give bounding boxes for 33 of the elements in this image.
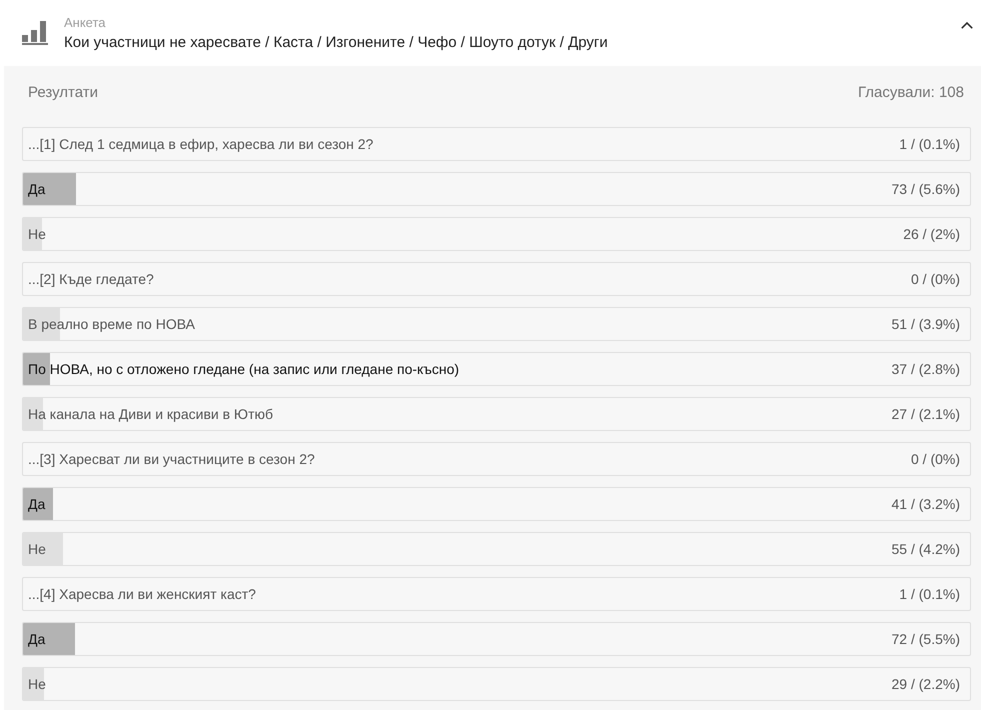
vote-count: 0 / (0%) [910, 451, 960, 467]
vote-count: 73 / (5.6%) [892, 181, 960, 197]
vote-count: 1 / (0.1%) [899, 136, 960, 152]
answer-text: Не [28, 541, 46, 557]
vote-count: 29 / (2.2%) [892, 676, 960, 692]
vote-count: 1 / (0.1%) [899, 586, 960, 602]
question-text: ...[3] Харесват ли ви участниците в сезон 2? [28, 451, 315, 467]
answer-text: На канала на Диви и красиви в Ютюб [28, 406, 273, 422]
chevron-up-icon [961, 22, 973, 29]
question-text: ...[2] Къде гледате? [28, 271, 154, 287]
question-text: ...[4] Харесва ли ви женският каст? [28, 586, 256, 602]
vote-count: 41 / (3.2%) [892, 496, 960, 512]
answer-text: Не [28, 226, 46, 242]
vote-count: 37 / (2.8%) [892, 361, 960, 377]
answer-text: В реално време по НОВА [28, 316, 195, 332]
vote-count: 51 / (3.9%) [892, 316, 960, 332]
vote-count: 27 / (2.1%) [892, 406, 960, 422]
results-title: Резултати [28, 83, 98, 103]
vote-count: 72 / (5.5%) [892, 631, 960, 647]
vote-count: 26 / (2%) [903, 226, 960, 242]
vote-count: 0 / (0%) [910, 271, 960, 287]
answer-text: Да [28, 496, 46, 512]
answer-text: Да [28, 631, 46, 647]
total-votes: Гласували: 108 [858, 83, 964, 103]
bar-chart-icon [22, 19, 48, 45]
poll-label: Анкета [64, 14, 106, 30]
poll-title: Кои участници не харесвате / Каста / Изгонените / Чефо / Шоуто дотук / Други [64, 32, 608, 52]
answer-text: Не [28, 676, 46, 692]
answer-text: Да [28, 181, 46, 197]
answer-text: По НОВА, но с отложено гледане (на запис или гледане по-късно) [28, 361, 460, 377]
vote-count: 55 / (4.2%) [892, 541, 960, 557]
question-text: ...[1] След 1 седмица в ефир, харесва ли ви сезон 2? [28, 136, 374, 152]
collapse-button[interactable] [961, 22, 973, 29]
